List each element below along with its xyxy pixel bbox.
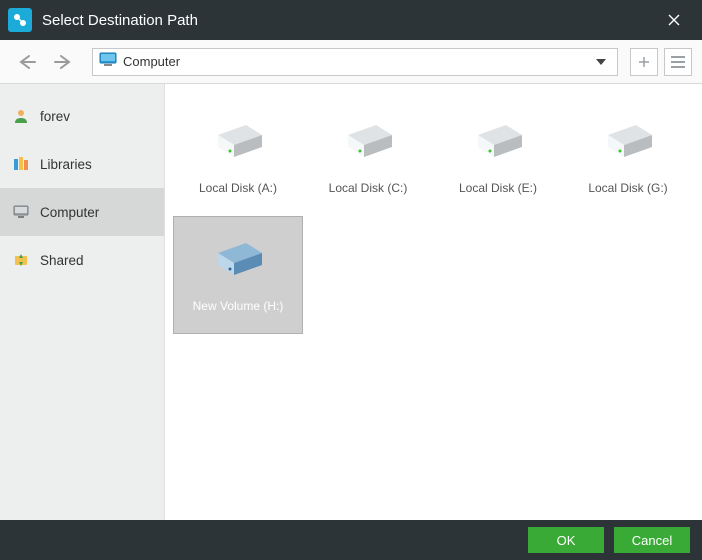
libraries-icon — [12, 155, 30, 173]
path-box[interactable]: Computer — [92, 48, 618, 76]
computer-icon — [99, 52, 117, 71]
computer-icon — [12, 203, 30, 221]
disk-icon — [208, 237, 268, 285]
back-button[interactable] — [10, 48, 42, 76]
forward-button[interactable] — [48, 48, 80, 76]
sidebar-item-label: forev — [40, 109, 70, 124]
drive-label: Local Disk (G:) — [588, 181, 667, 195]
disk-icon — [338, 119, 398, 167]
titlebar: Select Destination Path — [0, 0, 702, 40]
drive-label: Local Disk (C:) — [329, 181, 408, 195]
view-mode-button[interactable] — [664, 48, 692, 76]
new-folder-button[interactable] — [630, 48, 658, 76]
path-text: Computer — [123, 54, 591, 69]
sidebar-item-label: Computer — [40, 205, 99, 220]
close-button[interactable] — [654, 0, 694, 40]
drive-label: Local Disk (E:) — [459, 181, 537, 195]
user-icon — [12, 107, 30, 125]
disk-icon — [208, 119, 268, 167]
toolbar: Computer — [0, 40, 702, 84]
app-icon — [8, 8, 32, 32]
sidebar-item-user[interactable]: forev — [0, 92, 164, 140]
sidebar-item-label: Libraries — [40, 157, 92, 172]
footer: OK Cancel — [0, 520, 702, 560]
drive-item[interactable]: Local Disk (G:) — [563, 98, 693, 216]
sidebar-item-computer[interactable]: Computer — [0, 188, 164, 236]
drive-item[interactable]: Local Disk (A:) — [173, 98, 303, 216]
dialog-title: Select Destination Path — [42, 12, 654, 29]
sidebar-item-libraries[interactable]: Libraries — [0, 140, 164, 188]
drive-label: Local Disk (A:) — [199, 181, 277, 195]
sidebar-item-label: Shared — [40, 253, 84, 268]
disk-icon — [468, 119, 528, 167]
content-pane: Local Disk (A:) Local Disk (C:) Local Di… — [165, 84, 702, 520]
sidebar-item-shared[interactable]: Shared — [0, 236, 164, 284]
ok-button[interactable]: OK — [528, 527, 604, 553]
drive-item[interactable]: Local Disk (C:) — [303, 98, 433, 216]
drive-label: New Volume (H:) — [193, 299, 284, 313]
drive-item[interactable]: New Volume (H:) — [173, 216, 303, 334]
disk-icon — [598, 119, 658, 167]
shared-icon — [12, 251, 30, 269]
dialog-body: forev Libraries Computer Shared Local — [0, 84, 702, 520]
drive-item[interactable]: Local Disk (E:) — [433, 98, 563, 216]
cancel-button[interactable]: Cancel — [614, 527, 690, 553]
sidebar: forev Libraries Computer Shared — [0, 84, 165, 520]
path-dropdown-icon[interactable] — [591, 59, 611, 65]
